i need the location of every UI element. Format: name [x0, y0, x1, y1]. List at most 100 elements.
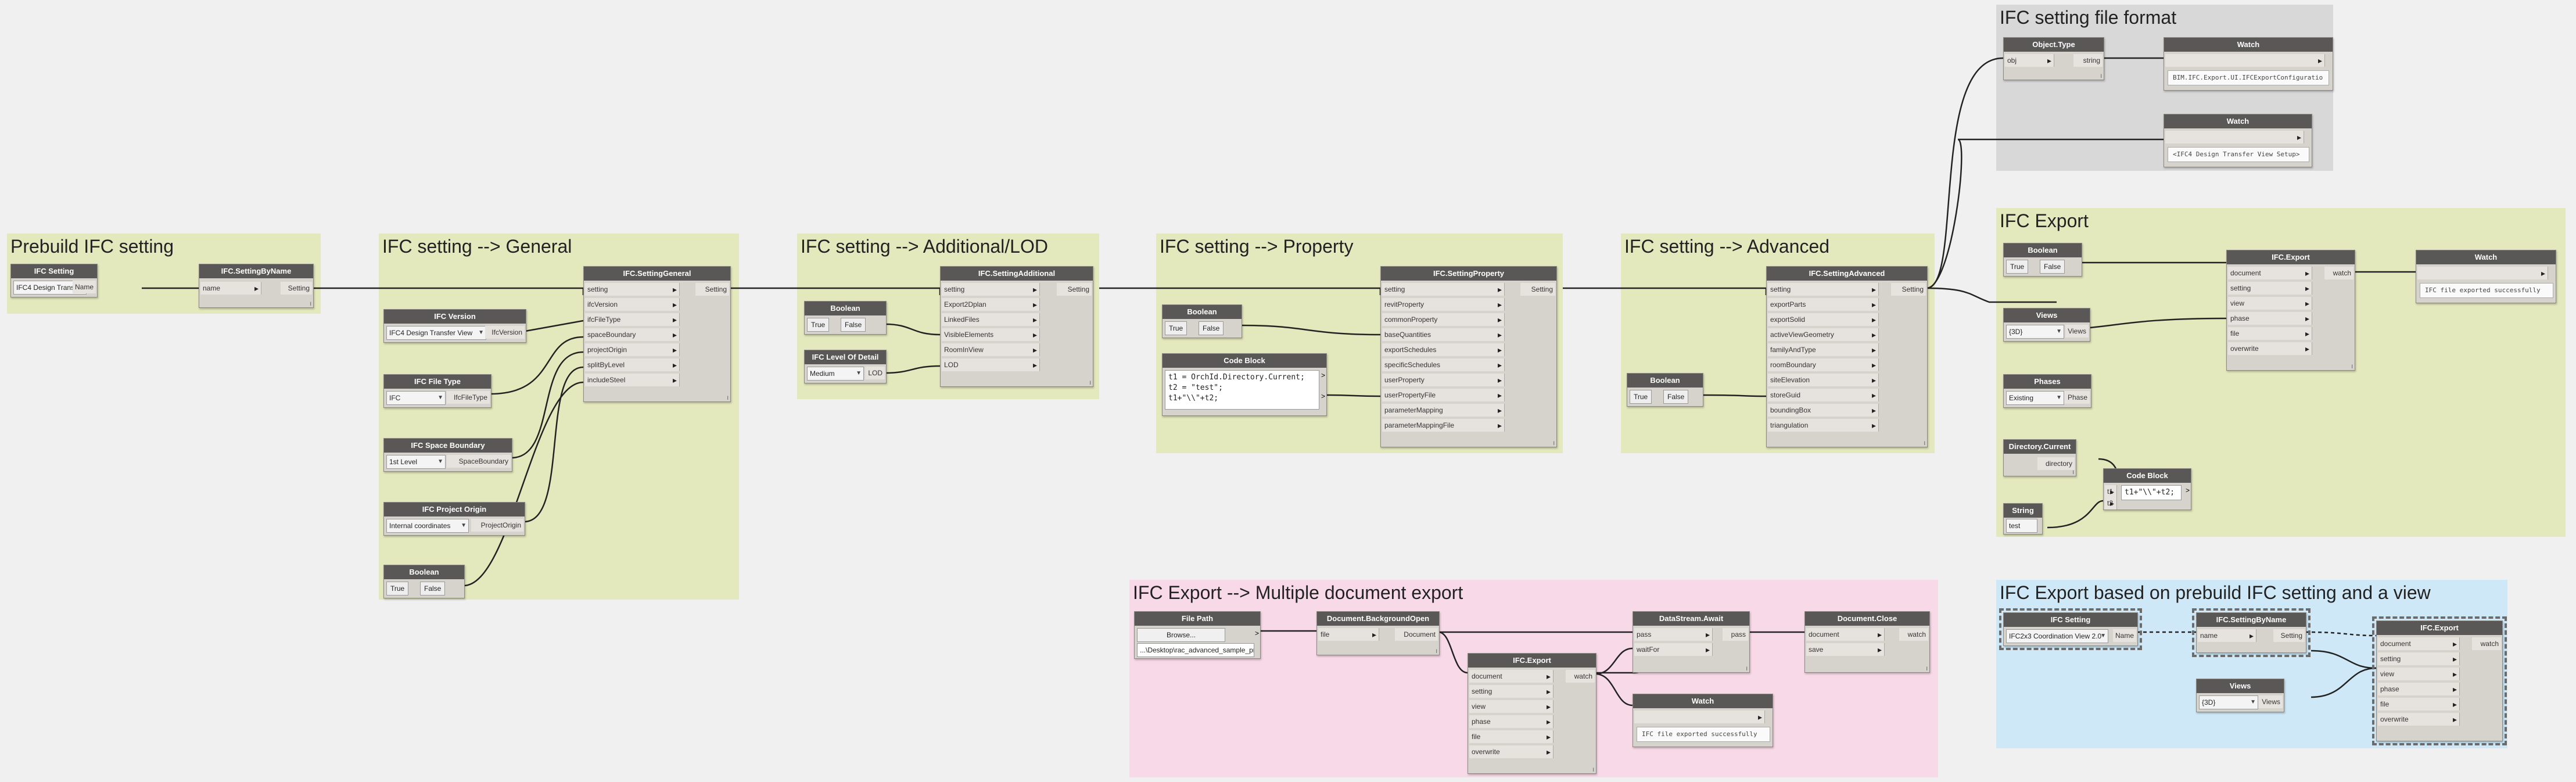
output-port[interactable]: Name: [73, 281, 96, 293]
input-port-siteelevation[interactable]: siteElevation: [1768, 374, 1879, 386]
node-ifc-setting-by-name[interactable]: IFC.SettingByName name Setting I: [199, 264, 314, 308]
input-port[interactable]: [2165, 54, 2325, 67]
node-code-block-property[interactable]: Code Block t1 = OrchId.Directory.Current…: [1162, 353, 1327, 416]
input-port-phase[interactable]: phase: [1469, 715, 1554, 728]
output-port[interactable]: ProjectOrigin: [471, 519, 523, 532]
input-port-revitproperty[interactable]: revitProperty: [1382, 298, 1505, 311]
input-port-splitbylevel[interactable]: splitByLevel: [585, 358, 680, 371]
input-port-setting[interactable]: setting: [1768, 283, 1879, 296]
node-resize-corner[interactable]: I: [727, 395, 729, 401]
input-port-overwrite[interactable]: overwrite: [1469, 745, 1554, 758]
input-port-setting[interactable]: setting: [942, 283, 1040, 296]
output-port[interactable]: watch: [1566, 670, 1595, 683]
node-ifc-file-type[interactable]: IFC File Type IFC ▼ IfcFileType: [383, 374, 491, 408]
input-port-file[interactable]: file: [2228, 327, 2312, 340]
output-port[interactable]: Name: [2113, 629, 2136, 642]
input-port-storeguid[interactable]: storeGuid: [1768, 389, 1879, 401]
node-boolean-additional[interactable]: Boolean True False: [804, 301, 887, 335]
node-ifc-project-origin[interactable]: IFC Project Origin Internal coordinates ▼…: [383, 502, 525, 536]
input-port-export2dplan[interactable]: Export2Dplan: [942, 298, 1040, 311]
node-watch-multi[interactable]: Watch IFC file exported successfully: [1633, 694, 1773, 747]
input-port-userproperty[interactable]: userProperty: [1382, 374, 1505, 386]
node-ifc-lod[interactable]: IFC Level Of Detail Medium ▼ LOD: [804, 350, 887, 383]
node-ifc-space-boundary[interactable]: IFC Space Boundary 1st Level ▼ SpaceBound…: [383, 438, 512, 472]
node-object-type[interactable]: Object.Type obj string I: [2003, 37, 2104, 80]
input-port-view[interactable]: view: [1469, 700, 1554, 713]
node-directory-current[interactable]: Directory.Current directory I: [2003, 439, 2076, 476]
node-ifc-version[interactable]: IFC Version IFC4 Design Transfer View ▼ I…: [383, 309, 526, 343]
output-port-marker[interactable]: >: [1321, 371, 1325, 379]
output-port[interactable]: watch: [1899, 628, 1928, 641]
views-dropdown[interactable]: {3D} ▼: [2006, 325, 2064, 339]
input-port-document[interactable]: document: [2228, 267, 2312, 279]
input-port-overwrite[interactable]: overwrite: [2228, 342, 2312, 355]
input-port-specificschedules[interactable]: specificSchedules: [1382, 358, 1505, 371]
false-radio[interactable]: False: [1199, 321, 1224, 335]
true-radio[interactable]: True: [1165, 321, 1187, 335]
output-port-marker[interactable]: >: [2186, 486, 2190, 494]
input-port-file[interactable]: file: [1469, 730, 1554, 743]
node-resize-corner[interactable]: I: [1926, 666, 1928, 672]
input-port[interactable]: file: [1318, 628, 1379, 641]
node-string-export[interactable]: String test: [2003, 503, 2043, 535]
input-port-commonproperty[interactable]: commonProperty: [1382, 313, 1505, 326]
input-port-save[interactable]: save: [1806, 643, 1885, 656]
output-port[interactable]: Phase: [2064, 391, 2090, 404]
views-dropdown[interactable]: {3D} ▼: [2199, 695, 2258, 709]
node-resize-corner[interactable]: I: [310, 301, 311, 307]
code-editor[interactable]: t1 = OrchId.Directory.Current; t2 = "test…: [1165, 370, 1319, 410]
node-code-block-export[interactable]: Code Block t1 t2 t1+"\\"+t2; >: [2103, 468, 2191, 510]
file-path-field[interactable]: ...\Desktop\rac_advanced_sample_project.…: [1137, 643, 1254, 657]
node-ifc-setting-additional[interactable]: IFC.SettingAdditional setting Export2Dpl…: [940, 266, 1093, 387]
output-port-marker[interactable]: >: [1321, 392, 1325, 400]
output-port[interactable]: Views: [2258, 695, 2283, 708]
output-port[interactable]: pass: [1723, 628, 1748, 641]
input-port-boundingbox[interactable]: boundingBox: [1768, 404, 1879, 417]
phases-dropdown[interactable]: Existing ▼: [2006, 391, 2064, 405]
output-port-marker[interactable]: >: [1255, 629, 1259, 637]
output-port[interactable]: directory: [2037, 457, 2075, 470]
output-port[interactable]: IfcVersion: [485, 326, 525, 339]
input-port-ifcversion[interactable]: ifcVersion: [585, 298, 680, 311]
node-document-background-open[interactable]: Document.BackgroundOpen file Document I: [1316, 611, 1440, 655]
input-port[interactable]: name: [200, 282, 261, 295]
graph-canvas[interactable]: Prebuild IFC setting IFC setting --> Gen…: [0, 0, 2576, 782]
node-phases[interactable]: Phases Existing ▼ Phase: [2003, 374, 2091, 408]
node-boolean-export[interactable]: Boolean True False: [2003, 243, 2082, 277]
node-ifc-setting-vb[interactable]: IFC Setting IFC2x3 Coordination View 2.0…: [1999, 608, 2142, 650]
input-port-userpropertyfile[interactable]: userPropertyFile: [1382, 389, 1505, 401]
node-resize-corner[interactable]: I: [2100, 73, 2102, 79]
output-port[interactable]: string: [2073, 54, 2103, 67]
input-port-t2[interactable]: t2: [2105, 497, 2117, 510]
output-port[interactable]: Setting: [695, 283, 729, 296]
node-file-path[interactable]: File Path Browse... ...\Desktop\rac_adva…: [1134, 611, 1261, 659]
false-radio[interactable]: False: [2040, 260, 2065, 274]
input-port-linkedfiles[interactable]: LinkedFiles: [942, 313, 1040, 326]
output-port[interactable]: Setting: [2273, 629, 2305, 642]
setting-dropdown[interactable]: IFC2x3 Coordination View 2.0 ▼: [2006, 629, 2108, 643]
node-watch-export[interactable]: Watch IFC file exported successfully: [2416, 250, 2556, 303]
input-port-file[interactable]: file: [2378, 698, 2460, 711]
output-port[interactable]: LOD: [865, 367, 885, 379]
input-port[interactable]: [2165, 131, 2304, 144]
node-ifc-setting-general[interactable]: IFC.SettingGeneral setting ifcVersion if…: [583, 266, 731, 402]
version-dropdown[interactable]: IFC4 Design Transfer View ▼: [386, 326, 486, 340]
input-port-document[interactable]: document: [1469, 670, 1554, 683]
input-port-roomboundary[interactable]: roomBoundary: [1768, 358, 1879, 371]
node-resize-corner[interactable]: I: [1592, 767, 1594, 773]
output-port[interactable]: SpaceBoundary: [447, 455, 511, 468]
input-port-waitfor[interactable]: waitFor: [1634, 643, 1713, 656]
node-boolean-advanced[interactable]: Boolean True False: [1627, 373, 1703, 407]
input-port-view[interactable]: view: [2228, 297, 2312, 310]
output-port[interactable]: Setting: [281, 282, 312, 295]
true-radio[interactable]: True: [1630, 390, 1652, 404]
input-port[interactable]: obj: [2005, 54, 2054, 67]
input-port-overwrite[interactable]: overwrite: [2378, 713, 2460, 726]
string-input[interactable]: test: [2006, 519, 2037, 533]
false-radio[interactable]: False: [420, 582, 446, 596]
node-resize-corner[interactable]: I: [2351, 364, 2353, 370]
false-radio[interactable]: False: [1663, 390, 1689, 404]
node-boolean-property[interactable]: Boolean True False: [1162, 304, 1242, 338]
node-ifc-setting-property[interactable]: IFC.SettingProperty setting revitPropert…: [1380, 266, 1557, 447]
input-port-setting[interactable]: setting: [585, 283, 680, 296]
